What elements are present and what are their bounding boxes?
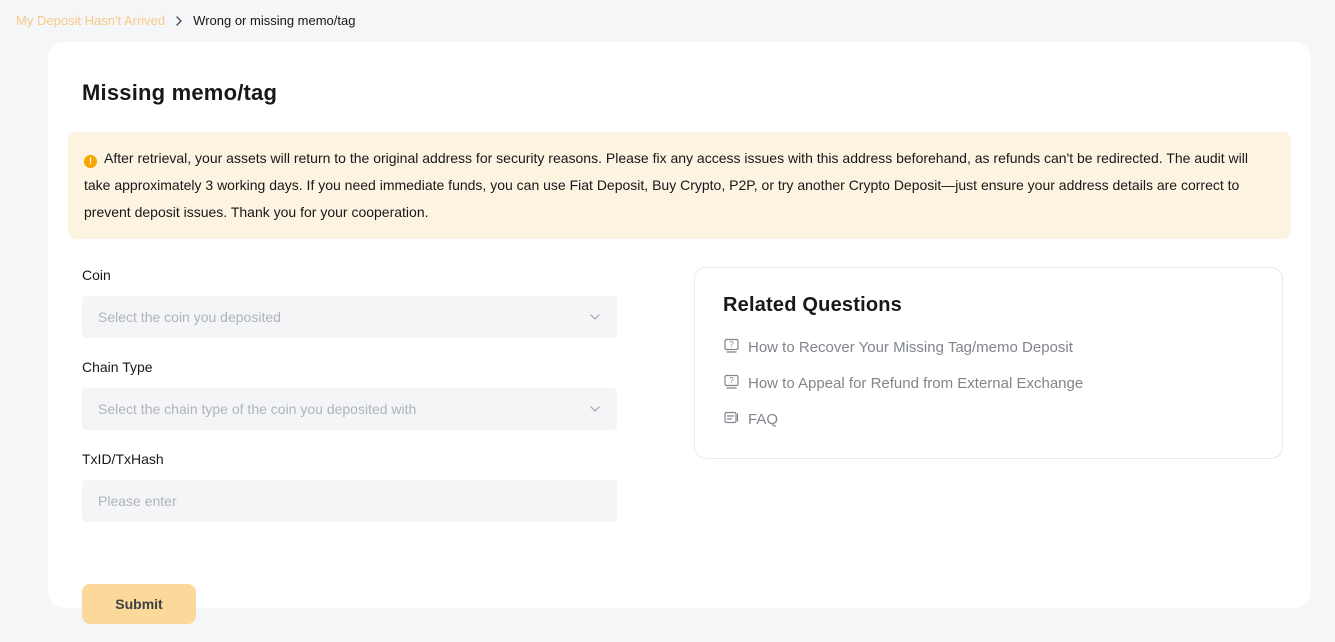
breadcrumb: My Deposit Hasn't Arrived Wrong or missi… (0, 0, 1335, 34)
main-card: Missing memo/tag !After retrieval, your … (48, 42, 1311, 608)
related-link-recover-missing-tag[interactable]: ? How to Recover Your Missing Tag/memo D… (723, 337, 1254, 358)
chain-type-label: Chain Type (82, 359, 617, 375)
breadcrumb-parent-link[interactable]: My Deposit Hasn't Arrived (16, 13, 165, 28)
related-link-appeal-refund[interactable]: ? How to Appeal for Refund from External… (723, 373, 1254, 394)
related-questions-panel: Related Questions ? How to Recover Your … (694, 267, 1283, 459)
field-txid: TxID/TxHash (82, 451, 617, 522)
chevron-down-icon (589, 311, 601, 323)
warning-circle-icon: ! (84, 155, 97, 168)
coin-select-placeholder: Select the coin you deposited (98, 309, 589, 325)
field-coin: Coin Select the coin you deposited (82, 267, 617, 338)
page-title: Missing memo/tag (82, 80, 1291, 106)
deposit-form: Coin Select the coin you deposited Chain… (82, 267, 617, 624)
breadcrumb-current: Wrong or missing memo/tag (193, 13, 355, 28)
related-link-label: FAQ (748, 411, 778, 428)
svg-text:?: ? (729, 340, 734, 349)
txid-input[interactable] (82, 480, 617, 522)
txid-label: TxID/TxHash (82, 451, 617, 467)
svg-text:?: ? (729, 376, 734, 385)
chain-type-select[interactable]: Select the chain type of the coin you de… (82, 388, 617, 430)
notice-banner: !After retrieval, your assets will retur… (68, 132, 1291, 239)
related-link-faq[interactable]: FAQ (723, 409, 1254, 430)
related-link-label: How to Recover Your Missing Tag/memo Dep… (748, 339, 1073, 356)
content-row: Coin Select the coin you deposited Chain… (68, 267, 1291, 624)
faq-list-icon (723, 409, 740, 430)
question-article-icon: ? (723, 373, 740, 394)
related-questions-title: Related Questions (723, 294, 1254, 317)
related-link-label: How to Appeal for Refund from External E… (748, 375, 1083, 392)
submit-button[interactable]: Submit (82, 584, 196, 624)
coin-select[interactable]: Select the coin you deposited (82, 296, 617, 338)
coin-label: Coin (82, 267, 617, 283)
chevron-down-icon (589, 403, 601, 415)
notice-text: After retrieval, your assets will return… (84, 150, 1248, 220)
question-article-icon: ? (723, 337, 740, 358)
chain-type-select-placeholder: Select the chain type of the coin you de… (98, 401, 589, 417)
chevron-right-icon (174, 16, 184, 26)
field-chain-type: Chain Type Select the chain type of the … (82, 359, 617, 430)
